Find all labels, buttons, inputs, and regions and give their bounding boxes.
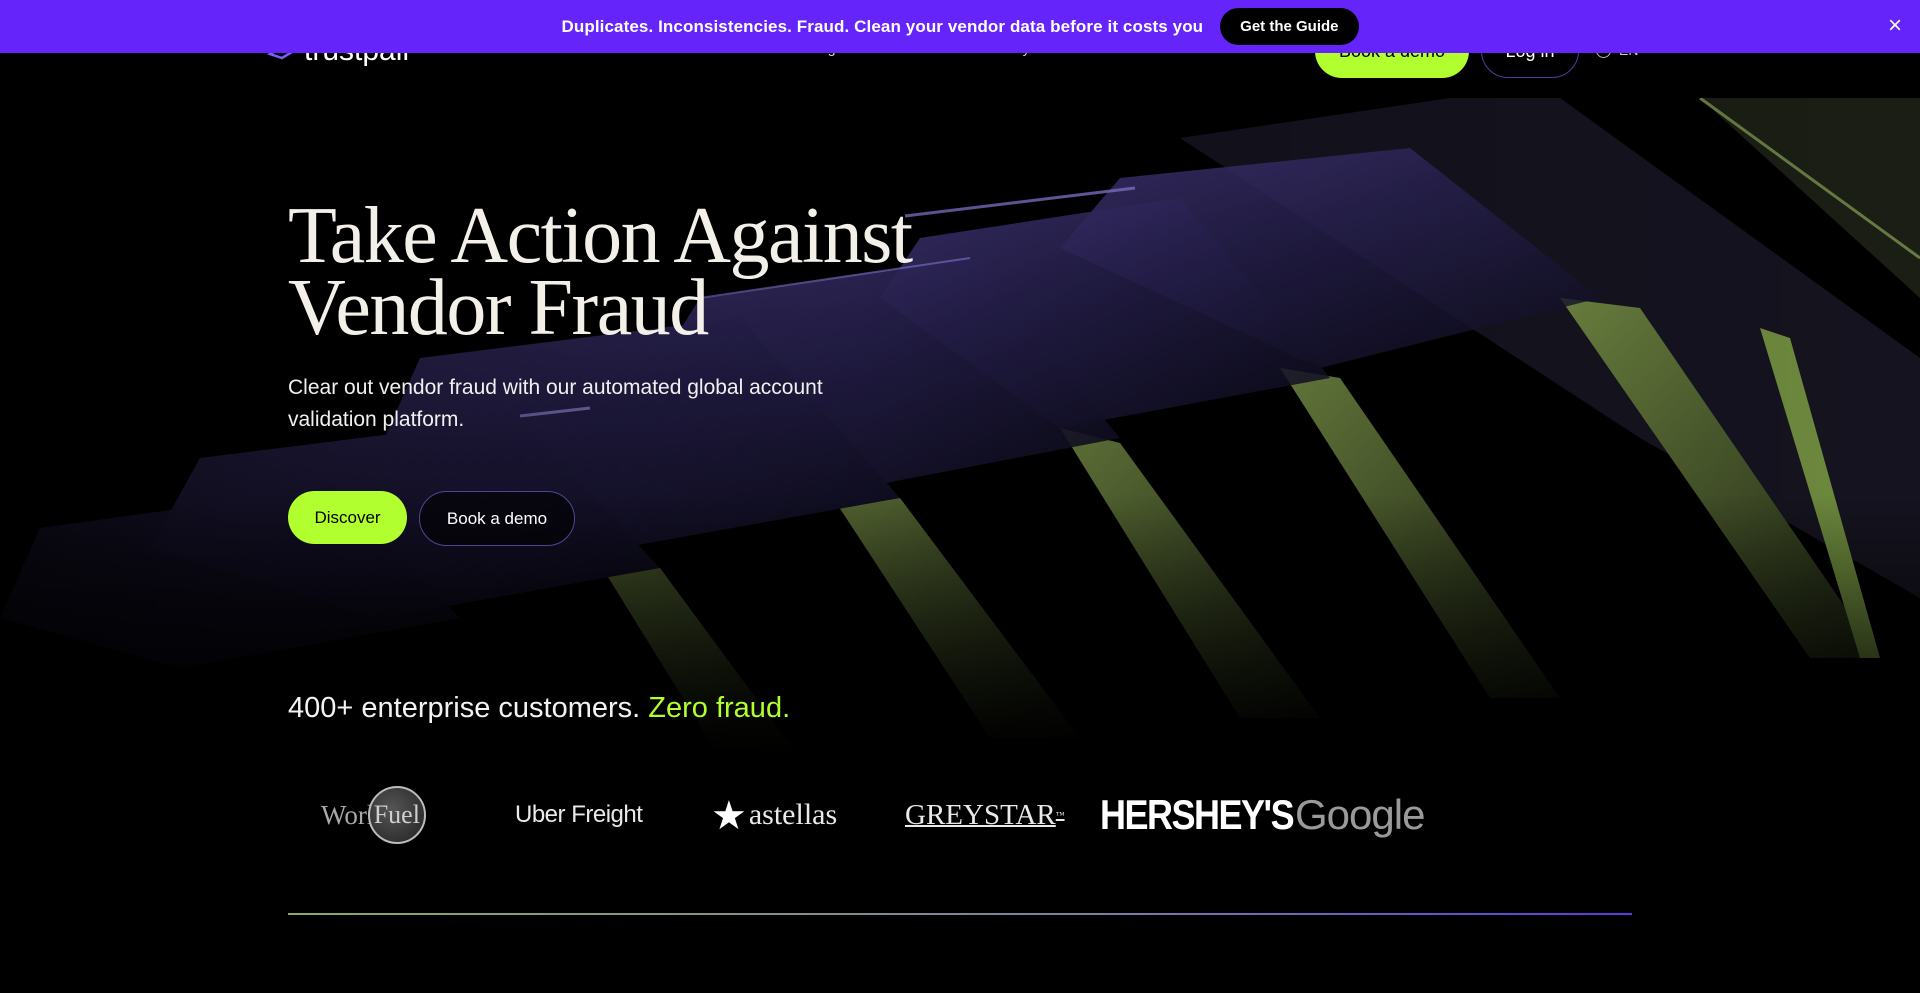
get-guide-button[interactable]: Get the Guide [1220, 8, 1359, 45]
banner-text: Duplicates. Inconsistencies. Fraud. Clea… [561, 16, 1204, 36]
hero-section: Take Action Against Vendor Fraud Clear o… [288, 192, 913, 546]
customers-text: 400+ enterprise customers. [288, 692, 641, 724]
close-icon[interactable]: × [1882, 13, 1908, 39]
customers-accent: Zero fraud. [648, 692, 791, 724]
hero-title: Take Action Against Vendor Fraud [288, 192, 913, 352]
announcement-banner: Duplicates. Inconsistencies. Fraud. Clea… [0, 0, 1920, 53]
logo-text: GREYSTAR [905, 798, 1056, 831]
greystar-logo: GREYSTAR ™ [905, 780, 1065, 850]
google-logo: Google [1295, 791, 1425, 838]
hersheys-logo: HERSHEY'S [1100, 790, 1295, 838]
customers-statement: 400+ enterprise customers. Zero fraud. [288, 692, 790, 725]
hero-title-line-1: Take Action Against [288, 192, 913, 280]
hero-book-demo-button[interactable]: Book a demo [419, 491, 575, 546]
star-icon: ★ [711, 792, 747, 838]
astellas-logo: ★ astellas [711, 780, 837, 850]
logo-seal: Fuel [367, 786, 426, 844]
world-fuel-services-logo: World Fuel [321, 780, 426, 850]
section-divider [288, 913, 1632, 915]
logo-text: astellas [748, 798, 838, 831]
customer-logos: World Fuel Uber Freight ★ astellas GREYS… [288, 780, 1488, 850]
uber-freight-logo: Uber Freight [515, 801, 643, 828]
discover-button[interactable]: Discover [288, 491, 407, 544]
trademark: ™ [1055, 810, 1065, 820]
hero-title-line-2: Vendor Fraud [288, 264, 709, 352]
hero-subtitle: Clear out vendor fraud with our automate… [288, 376, 823, 431]
hero-cta-group: Discover Book a demo [288, 491, 912, 546]
